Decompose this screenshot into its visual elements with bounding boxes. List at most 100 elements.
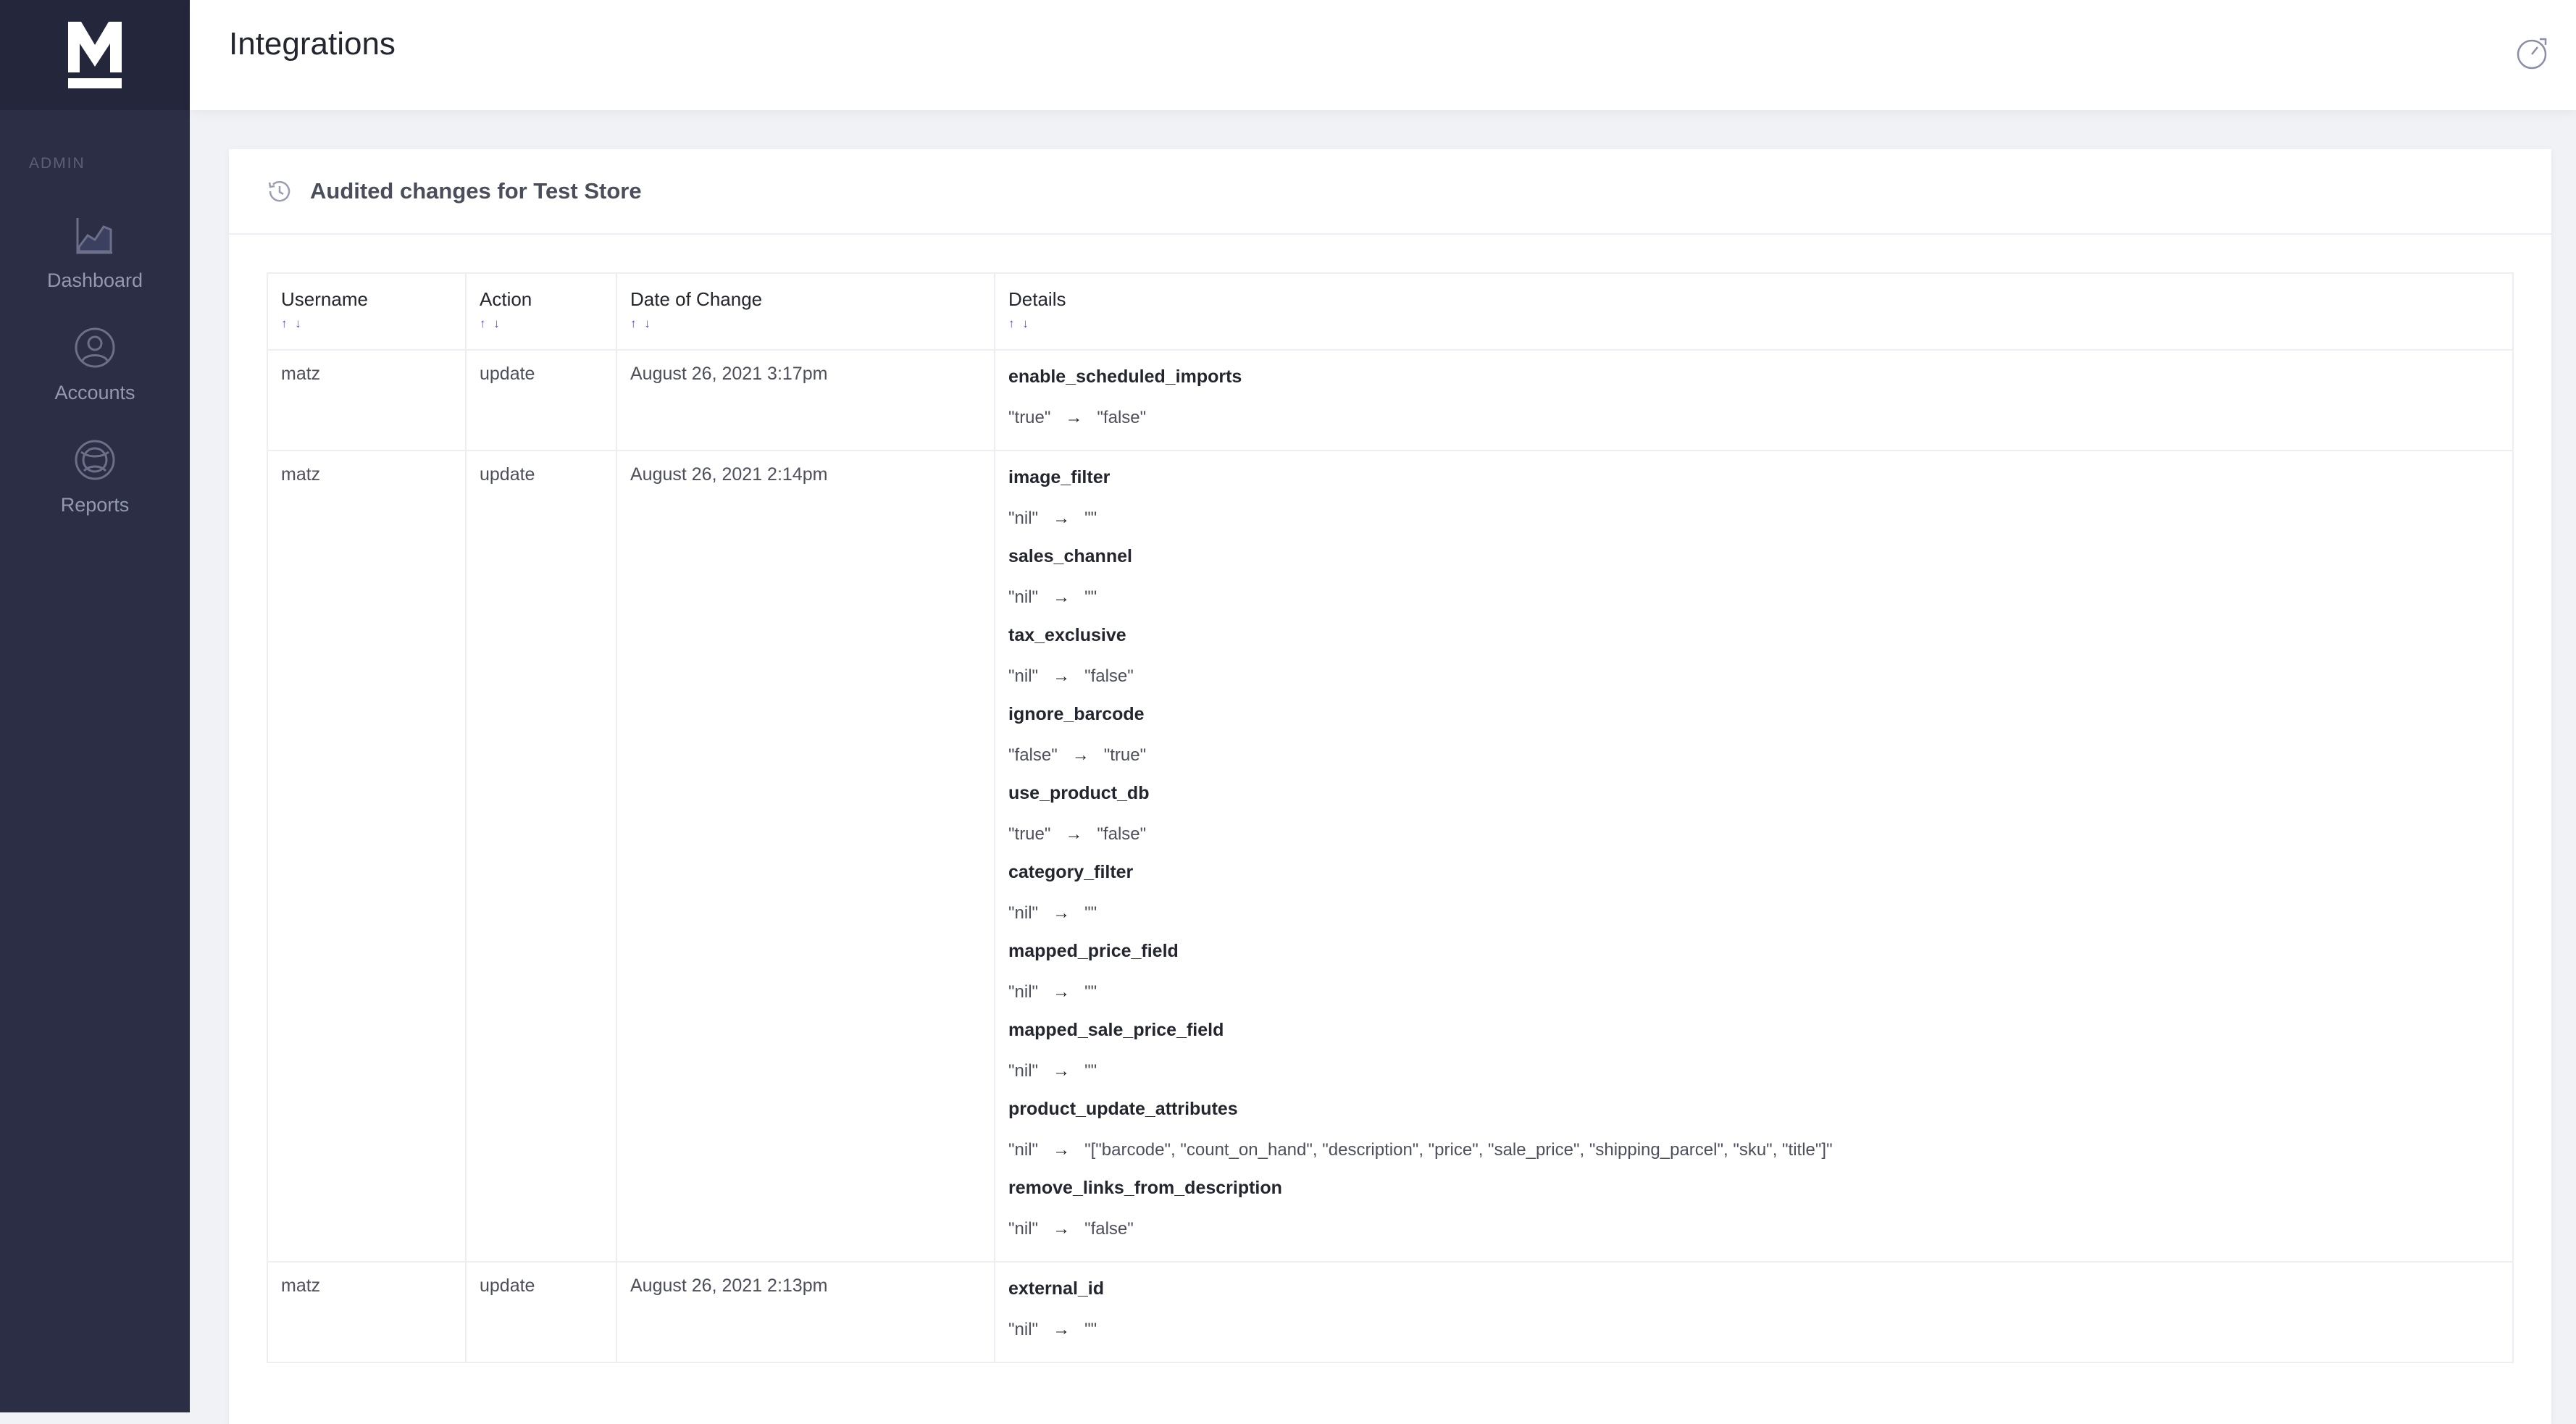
user-circle-icon (70, 322, 120, 373)
field-change: "nil" → "" (1008, 900, 2499, 926)
speedometer-icon[interactable] (2514, 35, 2550, 71)
field-change: "nil" → "" (1008, 1317, 2499, 1343)
field-change: "nil" → "["barcode", "count_on_hand", "des… (1008, 1137, 2499, 1163)
change-entry: use_product_db "true" → "false" (1008, 780, 2499, 847)
field-name: mapped_price_field (1008, 941, 1179, 961)
new-value: "" (1084, 508, 1097, 528)
field-change: "nil" → "" (1008, 585, 2499, 611)
arrow-right-icon: → (1065, 824, 1083, 844)
field-change: "nil" → "false" (1008, 1216, 2499, 1242)
field-name: category_filter (1008, 862, 1134, 882)
change-entry: product_update_attributes "nil" → "["barcod… (1008, 1096, 2499, 1163)
field-name: use_product_db (1008, 783, 1150, 803)
field-name: product_update_attributes (1008, 1099, 1238, 1119)
new-value: "" (1084, 1320, 1097, 1339)
sidebar-item-label: Dashboard (46, 269, 143, 291)
change-entry: image_filter "nil" → "" (1008, 464, 2499, 532)
nav-section-label: ADMIN (29, 155, 85, 172)
field-name: sales_channel (1008, 546, 1132, 566)
chart-icon (70, 210, 120, 261)
arrow-right-icon: → (1071, 745, 1090, 765)
field-name: image_filter (1008, 467, 1111, 487)
old-value: "nil" (1008, 587, 1039, 607)
new-value: "false" (1097, 408, 1147, 427)
new-value: "false" (1084, 666, 1134, 686)
old-value: "nil" (1008, 1219, 1039, 1239)
logo-m-icon (68, 22, 122, 88)
arrow-right-icon: → (1053, 587, 1071, 607)
field-change: "true" → "false" (1008, 821, 2499, 847)
logo[interactable] (0, 0, 190, 110)
arrow-right-icon: → (1053, 1320, 1071, 1339)
sort-arrows-icon[interactable]: ↑ ↓ (630, 317, 981, 331)
old-value: "nil" (1008, 982, 1039, 1002)
globe-icon (70, 435, 120, 485)
audit-card: Audited changes for Test Store Username … (229, 149, 2551, 1424)
new-value: "false" (1097, 824, 1147, 844)
field-change: "nil" → "" (1008, 979, 2499, 1005)
new-value: "false" (1084, 1219, 1134, 1239)
field-name: ignore_barcode (1008, 704, 1145, 724)
new-value: "" (1084, 1061, 1097, 1081)
audit-table-wrap: Username ↑ ↓ Action ↑ ↓ Date of Change ↑… (267, 272, 2514, 1363)
sidebar: ADMIN Dashboard Accounts Reports (0, 0, 190, 1412)
change-entry: mapped_price_field "nil" → "" (1008, 938, 2499, 1005)
cell-username: matz (267, 1261, 467, 1363)
cell-action: update (465, 1261, 617, 1363)
old-value: "nil" (1008, 508, 1039, 528)
old-value: "true" (1008, 824, 1051, 844)
new-value: "true" (1103, 745, 1147, 765)
sidebar-item-reports[interactable]: Reports (0, 435, 190, 516)
old-value: "true" (1008, 408, 1051, 427)
cell-username: matz (267, 450, 467, 1262)
sort-arrows-icon[interactable]: ↑ ↓ (281, 317, 452, 331)
column-header-action[interactable]: Action ↑ ↓ (465, 272, 617, 351)
sort-arrows-icon[interactable]: ↑ ↓ (1008, 317, 2499, 331)
field-change: "false" → "true" (1008, 742, 2499, 768)
field-name: mapped_sale_price_field (1008, 1020, 1224, 1040)
field-name: enable_scheduled_imports (1008, 367, 1242, 387)
arrow-right-icon: → (1053, 982, 1071, 1002)
card-header: Audited changes for Test Store (229, 149, 2551, 235)
old-value: "nil" (1008, 1140, 1039, 1160)
new-value: "" (1084, 587, 1097, 607)
arrow-right-icon: → (1053, 1219, 1071, 1239)
change-entry: external_id "nil" → "" (1008, 1276, 2499, 1343)
field-name: tax_exclusive (1008, 625, 1126, 645)
column-header-username[interactable]: Username ↑ ↓ (267, 272, 467, 351)
change-entry: enable_scheduled_imports "true" → "false" (1008, 364, 2499, 431)
field-change: "nil" → "false" (1008, 663, 2499, 690)
column-label: Username (281, 288, 368, 310)
column-header-date[interactable]: Date of Change ↑ ↓ (616, 272, 995, 351)
cell-username: matz (267, 349, 467, 451)
cell-date: August 26, 2021 3:17pm (616, 349, 995, 451)
page-title: Integrations (229, 26, 396, 62)
cell-date: August 26, 2021 2:14pm (616, 450, 995, 1262)
field-change: "nil" → "" (1008, 1058, 2499, 1084)
sidebar-item-dashboard[interactable]: Dashboard (0, 210, 190, 292)
arrow-right-icon: → (1053, 903, 1071, 923)
table-header-row: Username ↑ ↓ Action ↑ ↓ Date of Change ↑… (267, 272, 2514, 351)
new-value: "["barcode", "count_on_hand", "descripti… (1084, 1140, 1833, 1160)
change-entry: remove_links_from_description "nil" → "fals… (1008, 1175, 2499, 1242)
change-entry: category_filter "nil" → "" (1008, 859, 2499, 926)
card-title: Audited changes for Test Store (310, 178, 642, 204)
cell-details: enable_scheduled_imports "true" → "false" (994, 349, 2514, 451)
cell-details: image_filter "nil" → "" sales_channel "nil" → "… (994, 450, 2514, 1262)
new-value: "" (1084, 903, 1097, 923)
arrow-right-icon: → (1053, 1140, 1071, 1160)
field-name: remove_links_from_description (1008, 1178, 1282, 1198)
sidebar-item-accounts[interactable]: Accounts (0, 322, 190, 404)
column-label: Date of Change (630, 288, 763, 310)
arrow-right-icon: → (1053, 1061, 1071, 1081)
column-label: Details (1008, 288, 1066, 310)
field-name: external_id (1008, 1278, 1105, 1299)
change-entry: ignore_barcode "false" → "true" (1008, 701, 2499, 768)
cell-details: external_id "nil" → "" (994, 1261, 2514, 1363)
field-change: "nil" → "" (1008, 506, 2499, 532)
field-change: "true" → "false" (1008, 405, 2499, 431)
change-entry: mapped_sale_price_field "nil" → "" (1008, 1017, 2499, 1084)
column-header-details[interactable]: Details ↑ ↓ (994, 272, 2514, 351)
sort-arrows-icon[interactable]: ↑ ↓ (480, 317, 603, 331)
sidebar-item-label: Accounts (54, 382, 135, 403)
